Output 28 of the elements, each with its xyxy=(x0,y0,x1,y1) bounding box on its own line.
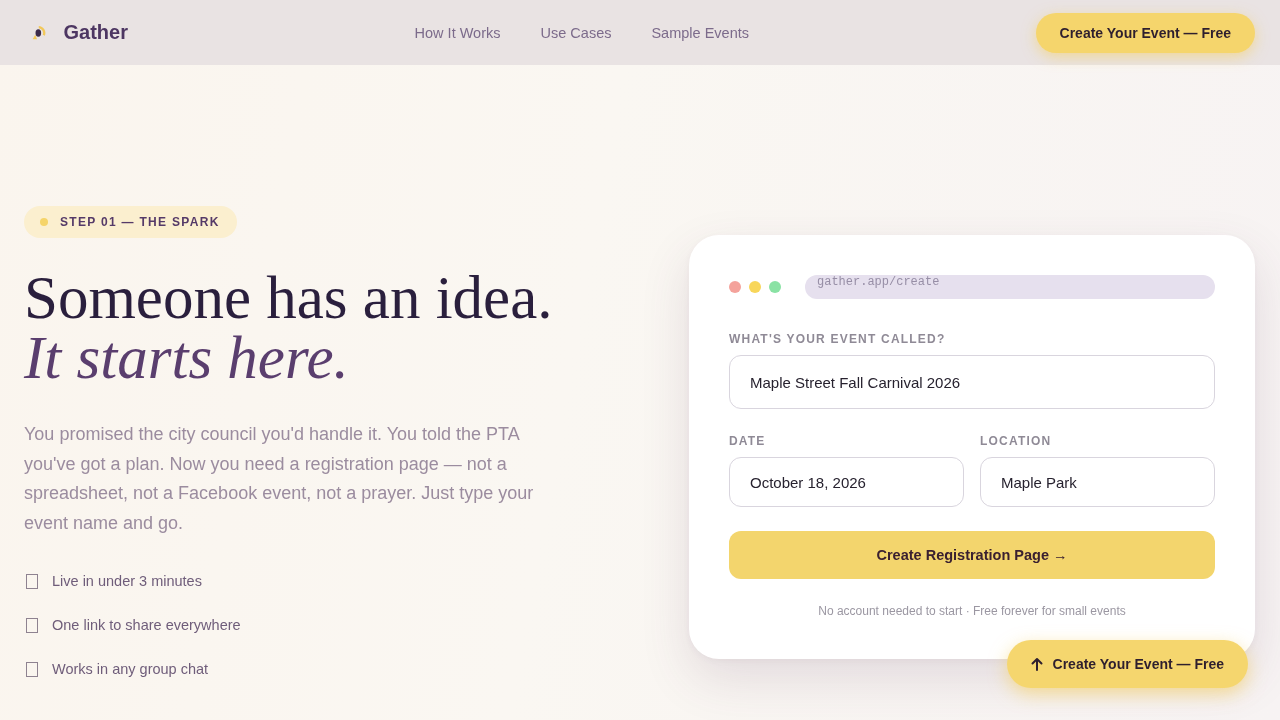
field-label: WHAT'S YOUR EVENT CALLED? xyxy=(729,331,946,347)
create-registration-button[interactable]: Create Registration Page → xyxy=(729,531,1215,579)
square-outline-icon xyxy=(26,661,38,677)
window-dots-icon xyxy=(729,281,781,293)
feature-text: One link to share everywhere xyxy=(52,617,241,633)
intro-paragraph: You promised the city council you'd handle it. You told the PTA you've got a plan. Now you need a registration page — not a spreadsheet, not a Facebook event, not a prayer. Just type your event name and go. xyxy=(24,423,535,535)
feature-text: Live in under 3 minutes xyxy=(52,573,202,589)
square-outline-icon xyxy=(26,617,38,633)
text-field[interactable]: Maple Street Fall Carnival 2026 xyxy=(729,355,1215,409)
text-field[interactable]: October 18, 2026 xyxy=(729,457,964,507)
feature-text: Works in any group chat xyxy=(52,661,209,677)
footnote: No account needed to start · Free forever for small events xyxy=(818,603,1126,619)
field-label: DATE xyxy=(729,433,766,449)
step-label: STEP 01 — THE SPARK xyxy=(60,215,220,229)
url-bar: gather.app/create xyxy=(805,275,1215,299)
create-event-button[interactable]: Create Your Event — Free xyxy=(1035,12,1255,53)
brand-name[interactable]: Gather xyxy=(63,21,128,44)
headline-accent: It starts here. xyxy=(24,328,349,388)
field-label: LOCATION xyxy=(980,433,1052,449)
up-arrow-icon xyxy=(1030,657,1043,671)
dot-icon xyxy=(40,218,48,226)
nav-link[interactable]: How It Works xyxy=(414,24,501,41)
headline: Someone has an idea. xyxy=(24,268,553,328)
square-outline-icon xyxy=(26,573,38,589)
text-field[interactable]: Maple Park xyxy=(980,457,1215,507)
floating-create-button[interactable]: Create Your Event — Free xyxy=(1006,640,1248,688)
nav-link[interactable]: Use Cases xyxy=(540,24,612,41)
nav-link[interactable]: Sample Events xyxy=(651,24,749,41)
